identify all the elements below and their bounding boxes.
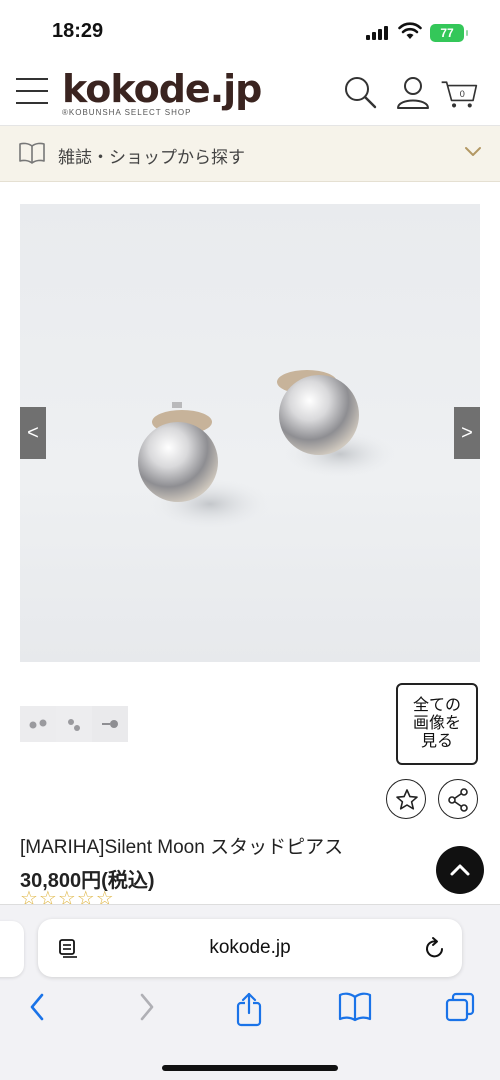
thumbnail-2[interactable] <box>56 706 92 742</box>
status-bar: 18:29 77 <box>0 0 500 60</box>
status-time: 18:29 <box>52 20 104 42</box>
hamburger-icon[interactable] <box>16 78 48 106</box>
thumbnail-strip <box>20 706 128 742</box>
share-icon <box>448 788 468 812</box>
category-search-bar[interactable]: 雑誌・ショップから探す <box>0 126 500 182</box>
thumbnail-1[interactable] <box>20 706 56 742</box>
previous-tab-edge[interactable] <box>0 921 24 977</box>
cellular-signal-icon <box>366 26 388 40</box>
browser-toolbar: kokode.jp <box>0 904 500 1080</box>
favorite-button[interactable] <box>386 779 426 819</box>
star-icon <box>396 789 418 810</box>
site-header: kokode.jp ®KOBUNSHA SELECT SHOP 0 <box>0 60 500 126</box>
chevron-down-icon <box>465 147 481 156</box>
all-images-line-1: 全ての <box>412 697 461 714</box>
home-indicator <box>162 1065 338 1071</box>
gallery-next-button[interactable]: > <box>454 407 480 459</box>
address-bar[interactable]: kokode.jp <box>38 919 462 977</box>
share-sheet-icon[interactable] <box>234 991 264 1027</box>
scroll-to-top-button[interactable] <box>436 846 484 894</box>
category-search-label: 雑誌・ショップから探す <box>58 148 245 167</box>
all-images-line-3: 見る <box>420 733 453 750</box>
site-logo[interactable]: kokode.jp ®KOBUNSHA SELECT SHOP <box>62 67 262 118</box>
product-title: [MARIHA]Silent Moon スタッドピアス <box>20 837 344 858</box>
all-images-line-2: 画像を <box>412 715 461 732</box>
search-icon[interactable] <box>342 74 380 112</box>
tabs-icon[interactable] <box>444 991 476 1023</box>
book-icon <box>19 142 45 164</box>
logo-wordmark: kokode.jp <box>62 67 262 111</box>
bookmarks-icon[interactable] <box>338 991 372 1023</box>
battery-indicator: 77 <box>430 24 468 42</box>
cart-icon[interactable]: 0 <box>440 74 478 112</box>
gallery-prev-button[interactable]: < <box>20 407 46 459</box>
thumbnail-3[interactable] <box>92 706 128 742</box>
forward-icon[interactable] <box>134 991 158 1023</box>
url-text: kokode.jp <box>209 937 291 958</box>
chevron-up-icon <box>450 864 470 876</box>
reload-icon[interactable] <box>424 936 446 960</box>
all-images-button[interactable]: 全ての 画像を 見る <box>396 683 478 765</box>
product-main-image[interactable] <box>20 204 480 662</box>
share-button[interactable] <box>438 779 478 819</box>
back-icon[interactable] <box>26 991 50 1023</box>
user-icon[interactable] <box>394 74 432 112</box>
wifi-icon <box>398 22 422 39</box>
cart-count: 0 <box>460 89 465 99</box>
